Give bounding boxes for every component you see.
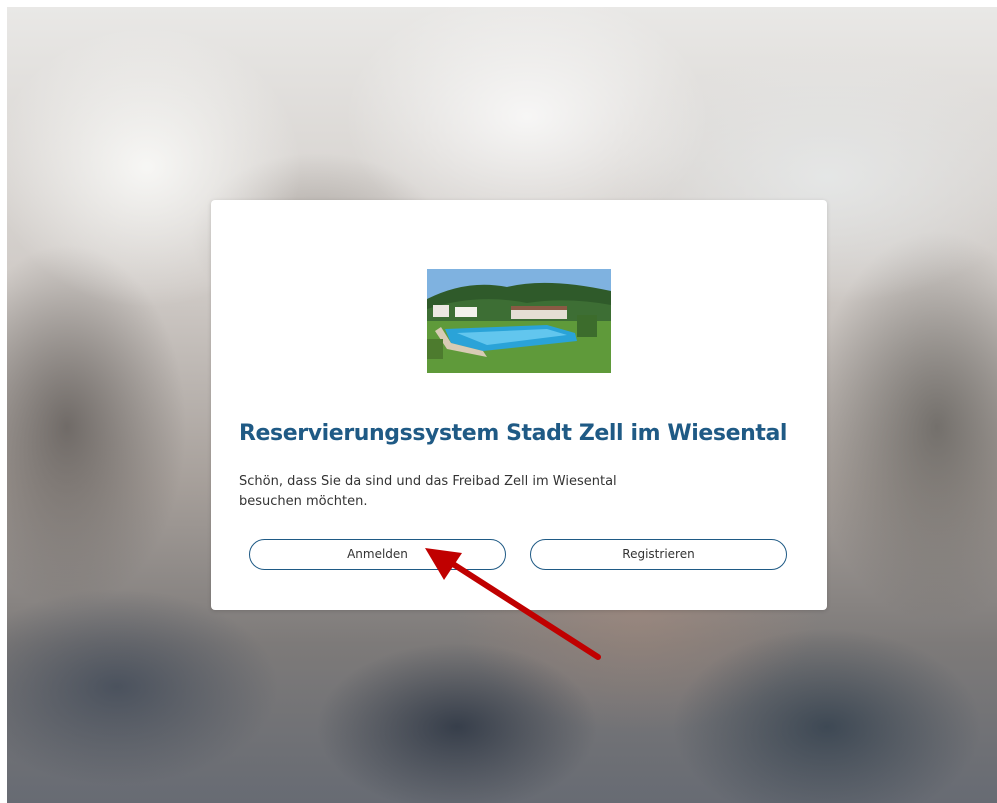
page: Reservierungssystem Stadt Zell im Wiesen…: [0, 0, 997, 803]
pool-photo-logo: [427, 269, 611, 373]
page-title: Reservierungssystem Stadt Zell im Wiesen…: [239, 421, 788, 446]
outdoor-pool-photo-icon: [427, 269, 611, 373]
intro-line-2: besuchen möchten.: [239, 494, 368, 509]
intro-line-1: Schön, dass Sie da sind und das Freibad …: [239, 474, 617, 489]
red-arrow-icon: [425, 548, 601, 660]
intro-text: Schön, dass Sie da sind und das Freibad …: [239, 472, 669, 512]
